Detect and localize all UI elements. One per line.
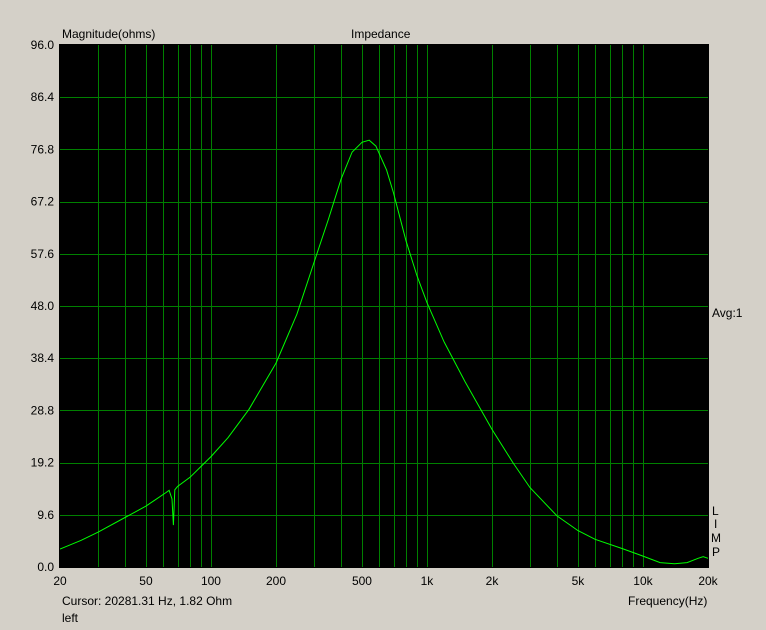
y-tick-label: 86.4	[31, 90, 55, 104]
x-tick-label: 50	[139, 574, 153, 588]
y-tick-label: 96.0	[31, 38, 55, 52]
x-tick-label: 200	[266, 574, 286, 588]
y-tick-label: 76.8	[31, 142, 55, 156]
y-tick-label: 9.6	[37, 508, 54, 522]
impedance-chart[interactable]: 0.0 9.6 19.2 28.8 38.4 48.0 57.6 67.2 76.8 86.4 96…	[0, 0, 766, 630]
y-tick-label: 28.8	[31, 403, 55, 417]
y-tick-label: 0.0	[37, 560, 54, 574]
x-tick-label: 1k	[421, 574, 435, 588]
x-tick-label: 500	[352, 574, 372, 588]
x-tick-label: 20k	[698, 574, 718, 588]
y-tick-label: 38.4	[31, 351, 55, 365]
y-tick-label: 67.2	[31, 195, 55, 209]
x-tick-label: 100	[201, 574, 221, 588]
y-tick-label: 19.2	[31, 456, 55, 470]
y-tick-label: 48.0	[31, 299, 55, 313]
x-tick-label: 10k	[633, 574, 653, 588]
x-tick-label: 5k	[572, 574, 586, 588]
x-tick-label: 2k	[486, 574, 500, 588]
x-tick-label: 20	[53, 574, 67, 588]
y-tick-label: 57.6	[31, 247, 55, 261]
